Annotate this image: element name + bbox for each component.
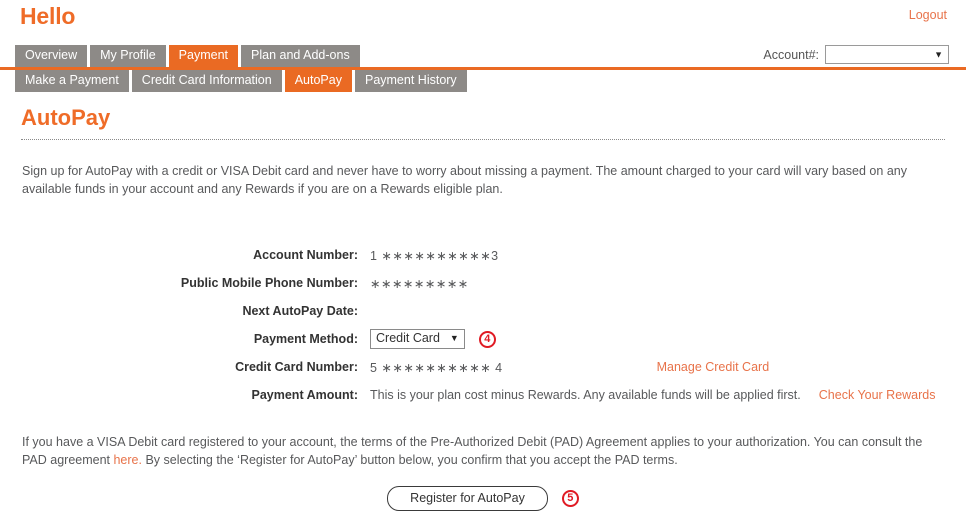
payment-method-value-cell: Credit Card ▼ 4 — [358, 329, 496, 349]
tab-payment-history[interactable]: Payment History — [354, 70, 467, 92]
tab-make-a-payment[interactable]: Make a Payment — [15, 70, 129, 92]
account-number-value-cell: 1 ∗∗∗∗∗∗∗∗∗∗3 — [358, 248, 499, 263]
annotation-badge-4: 4 — [478, 330, 496, 348]
title-divider — [21, 139, 945, 140]
logout-link[interactable]: Logout — [909, 8, 947, 22]
pad-agreement-paragraph: If you have a VISA Debit card registered… — [22, 433, 932, 469]
credit-card-number-value-cell: 5 ∗∗∗∗∗∗∗∗∗∗ 4 Manage Credit Card — [358, 360, 769, 375]
page-title: AutoPay — [21, 105, 111, 130]
tab-overview[interactable]: Overview — [15, 45, 88, 67]
form-row-credit-card-number: Credit Card Number: 5 ∗∗∗∗∗∗∗∗∗∗ 4 Manag… — [0, 353, 966, 381]
payment-amount-value: This is your plan cost minus Rewards. An… — [370, 388, 801, 402]
account-selector: Account#: ▼ — [763, 45, 949, 64]
account-number-label: Account#: — [763, 47, 819, 62]
annotation-badge-5: 5 — [561, 490, 579, 507]
account-number-value: 1 ∗∗∗∗∗∗∗∗∗∗3 — [370, 248, 499, 263]
phone-number-value: ∗∗∗∗∗∗∗∗∗ — [370, 276, 469, 291]
account-number-select[interactable]: ▼ — [825, 45, 949, 64]
form-row-next-autopay-date: Next AutoPay Date: — [0, 297, 966, 325]
credit-card-number-value: 5 ∗∗∗∗∗∗∗∗∗∗ 4 — [370, 360, 503, 375]
check-your-rewards-link[interactable]: Check Your Rewards — [819, 388, 936, 402]
phone-number-field-label: Public Mobile Phone Number: — [180, 276, 358, 290]
tab-plan-and-add-ons[interactable]: Plan and Add-ons — [241, 45, 360, 67]
autopay-form: Account Number: 1 ∗∗∗∗∗∗∗∗∗∗3 Public Mob… — [0, 241, 966, 409]
form-row-phone-number: Public Mobile Phone Number: ∗∗∗∗∗∗∗∗∗ — [0, 269, 966, 297]
tab-payment[interactable]: Payment — [168, 45, 239, 67]
pad-agreement-link[interactable]: here. — [113, 453, 142, 467]
pad-text-after-link: By selecting the ‘Register for AutoPay’ … — [141, 453, 678, 467]
tab-my-profile[interactable]: My Profile — [90, 45, 166, 67]
secondary-tab-bar: Make a Payment Credit Card Information A… — [15, 70, 467, 92]
phone-number-value-cell: ∗∗∗∗∗∗∗∗∗ — [358, 276, 469, 291]
manage-credit-card-link[interactable]: Manage Credit Card — [657, 360, 770, 374]
payment-method-field-label: Payment Method: — [253, 332, 358, 346]
chevron-down-icon: ▼ — [934, 49, 943, 59]
page-greeting: Hello — [20, 3, 76, 29]
tab-credit-card-information[interactable]: Credit Card Information — [131, 70, 282, 92]
chevron-down-icon: ▼ — [449, 333, 459, 343]
payment-method-selected-value: Credit Card — [376, 331, 440, 345]
payment-amount-field-label: Payment Amount: — [251, 388, 359, 402]
account-number-field-label: Account Number: — [253, 248, 358, 262]
submit-area: Register for AutoPay 5 — [0, 486, 966, 511]
form-row-payment-method: Payment Method: Credit Card ▼ 4 — [0, 325, 966, 353]
next-autopay-date-field-label: Next AutoPay Date: — [242, 304, 358, 318]
form-row-account-number: Account Number: 1 ∗∗∗∗∗∗∗∗∗∗3 — [0, 241, 966, 269]
intro-paragraph: Sign up for AutoPay with a credit or VIS… — [22, 164, 907, 196]
register-for-autopay-button[interactable]: Register for AutoPay — [387, 486, 548, 511]
payment-method-select[interactable]: Credit Card ▼ — [370, 329, 465, 349]
primary-tab-bar: Overview My Profile Payment Plan and Add… — [15, 45, 360, 67]
payment-amount-value-cell: This is your plan cost minus Rewards. An… — [358, 388, 936, 402]
credit-card-number-field-label: Credit Card Number: — [235, 360, 358, 374]
form-row-payment-amount: Payment Amount: This is your plan cost m… — [0, 381, 966, 409]
tab-autopay[interactable]: AutoPay — [284, 70, 352, 92]
